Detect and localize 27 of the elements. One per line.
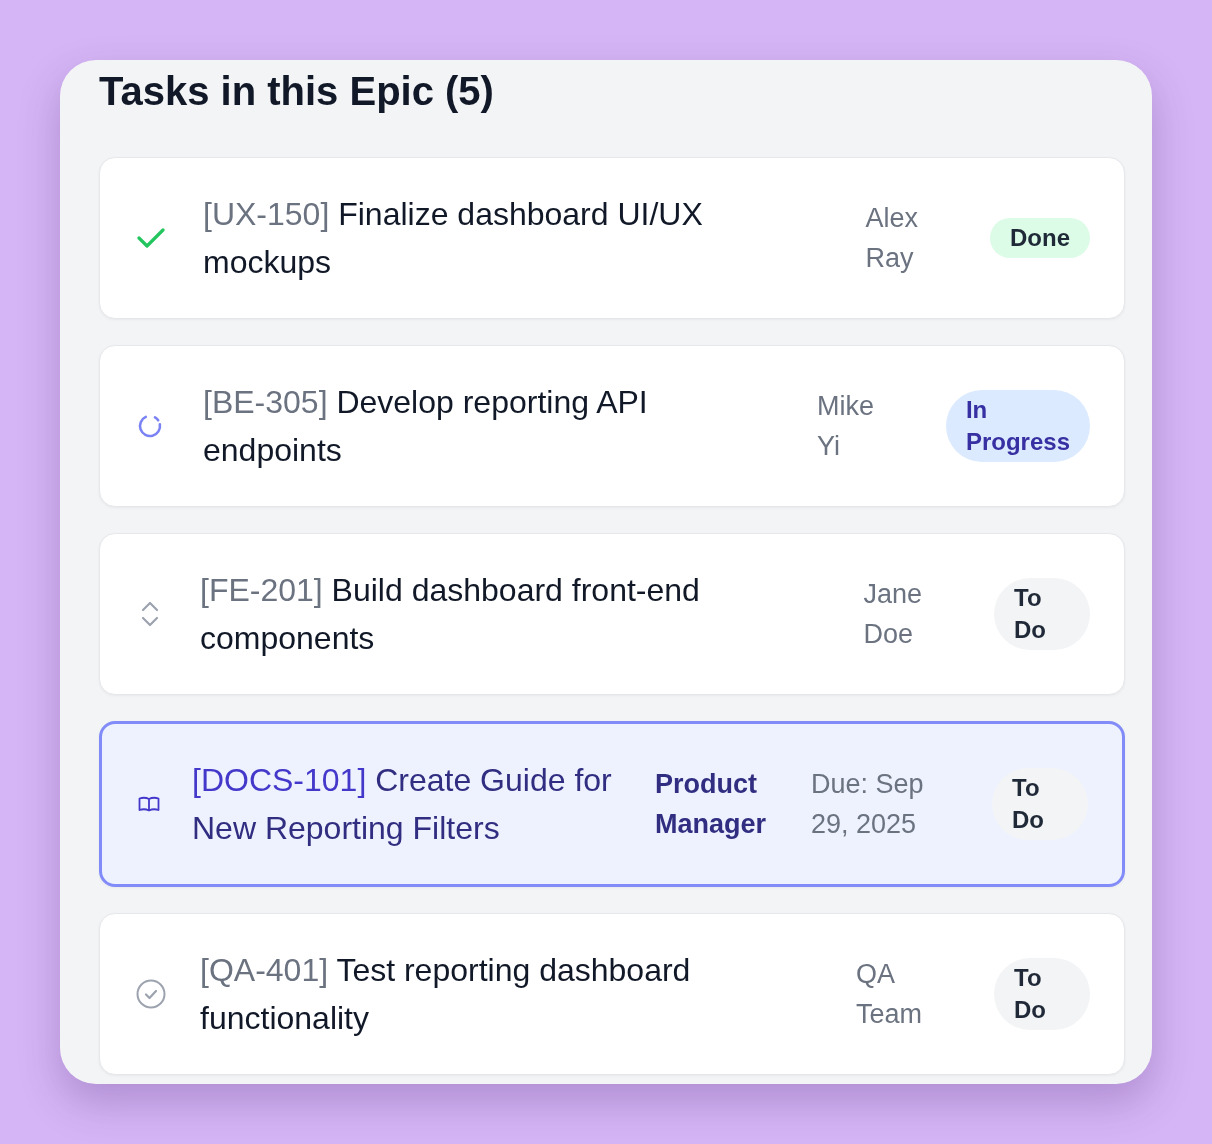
status-badge: To Do [994, 578, 1090, 650]
due-date: Due: Sep 29, 2025 [811, 768, 925, 841]
task-card[interactable]: [DOCS-101] Create Guide for New Reporting Filters Product Manager Due: Sep 29, 2025 To Do [99, 721, 1125, 887]
task-title: [BE-305] Develop reporting API endpoints [203, 383, 649, 470]
task-card[interactable]: [BE-305] Develop reporting API endpoints Mike Yi In Progress [99, 345, 1125, 507]
task-card[interactable]: [UX-150] Finalize dashboard UI/UX mockups Alex Ray Done [99, 157, 1125, 319]
chevrons-up-down-icon [141, 601, 159, 627]
status-badge: To Do [994, 958, 1090, 1030]
status-badge: In Progress [945, 390, 1090, 462]
assignee-name: Jane Doe [863, 578, 922, 651]
assignee-name: QA Team [856, 958, 922, 1031]
task-title: [DOCS-101] Create Guide for New Reporting Filters [192, 761, 613, 848]
checkmark-icon [137, 227, 165, 249]
task-title: [UX-150] Finalize dashboard UI/UX mockups [203, 195, 704, 282]
assignee-name: Mike Yi [816, 390, 874, 463]
role-label: Product Manager [654, 768, 766, 841]
task-title: [QA-401] Test reporting dashboard functionality [200, 951, 692, 1038]
task-card[interactable]: [QA-401] Test reporting dashboard functionality QA Team To Do [99, 913, 1125, 1075]
status-badge: To Do [992, 768, 1088, 840]
spinner-icon [137, 413, 163, 439]
book-icon [138, 796, 160, 812]
task-card[interactable]: [FE-201] Build dashboard front-end components Jane Doe To Do [99, 533, 1125, 695]
status-badge: Done [990, 218, 1090, 258]
check-circle-icon [136, 979, 166, 1009]
panel-title: Tasks in this Epic (5) [99, 68, 494, 114]
task-title: [FE-201] Build dashboard front-end components [200, 571, 701, 658]
assignee-name: Alex Ray [865, 202, 918, 275]
